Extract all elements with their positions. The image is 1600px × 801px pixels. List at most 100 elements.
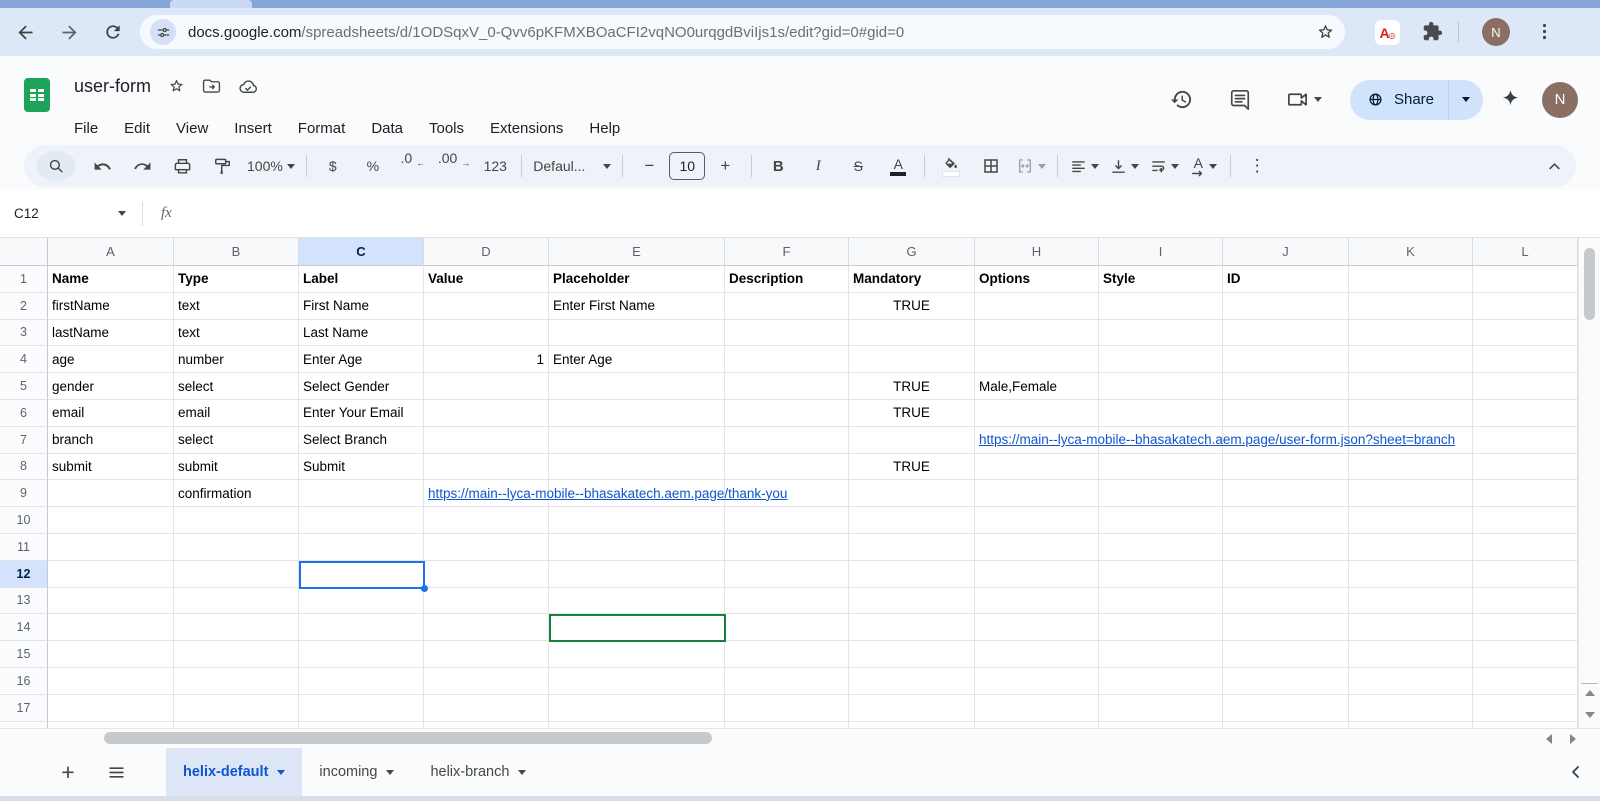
cell-A3[interactable]: lastName <box>48 319 174 347</box>
cell-E3[interactable] <box>549 319 725 347</box>
cell-F13[interactable] <box>725 587 849 615</box>
cell-H8[interactable] <box>975 453 1099 481</box>
column-header-D[interactable]: D <box>424 238 549 266</box>
row-header-3[interactable]: 3 <box>0 319 48 347</box>
cell-B11[interactable] <box>174 533 299 561</box>
cell-F12[interactable] <box>725 560 849 588</box>
column-header-I[interactable]: I <box>1099 238 1223 266</box>
column-header-E[interactable]: E <box>549 238 725 266</box>
cell-E6[interactable] <box>549 399 725 427</box>
cell-D17[interactable] <box>424 694 549 722</box>
name-box[interactable]: C12 <box>0 206 136 221</box>
show-side-panel-chevron-icon[interactable] <box>1566 748 1586 796</box>
cell-A14[interactable] <box>48 614 174 642</box>
cell-L15[interactable] <box>1473 641 1578 668</box>
cell-L1[interactable] <box>1473 266 1578 293</box>
cell-E5[interactable] <box>549 373 725 400</box>
move-folder-icon[interactable] <box>202 77 221 96</box>
cell-D13[interactable] <box>424 587 549 615</box>
row-header-15[interactable]: 15 <box>0 641 48 668</box>
cell-D14[interactable] <box>424 614 549 642</box>
vertical-align-button[interactable] <box>1104 151 1144 181</box>
cell-K5[interactable] <box>1349 373 1473 400</box>
increase-decimal-icon[interactable]: .00 → <box>433 151 475 181</box>
cell-C13[interactable] <box>299 587 424 615</box>
cell-J5[interactable] <box>1223 373 1349 400</box>
cell-J11[interactable] <box>1223 533 1349 561</box>
cell-F16[interactable] <box>725 667 849 695</box>
add-sheet-button[interactable]: + <box>44 748 92 796</box>
column-header-J[interactable]: J <box>1223 238 1349 266</box>
cell-D16[interactable] <box>424 667 549 695</box>
cell-D10[interactable] <box>424 507 549 534</box>
cell-D1[interactable]: Value <box>424 266 549 293</box>
cell-A12[interactable] <box>48 560 174 588</box>
cell-A9[interactable] <box>48 480 174 508</box>
font-size-input[interactable]: 10 <box>669 152 706 180</box>
cell-J1[interactable]: ID <box>1223 266 1349 293</box>
cell-D4[interactable]: 1 <box>424 346 549 374</box>
cell-I2[interactable] <box>1099 292 1223 320</box>
version-history-icon[interactable] <box>1160 78 1204 122</box>
cell-L6[interactable] <box>1473 399 1578 427</box>
cell-H5[interactable]: Male,Female <box>975 373 1099 400</box>
cell-F3[interactable] <box>725 319 849 347</box>
cell-K11[interactable] <box>1349 533 1473 561</box>
cell-G5[interactable]: TRUE <box>849 373 975 400</box>
cell-C3[interactable]: Last Name <box>299 319 424 347</box>
cell-I6[interactable] <box>1099 399 1223 427</box>
cell-K15[interactable] <box>1349 641 1473 668</box>
cell-A17[interactable] <box>48 694 174 722</box>
row-header-11[interactable]: 11 <box>0 533 48 561</box>
paint-format-icon[interactable] <box>202 151 242 181</box>
star-document-icon[interactable] <box>168 78 185 95</box>
cell-K17[interactable] <box>1349 694 1473 722</box>
text-rotation-button[interactable]: A <box>1184 151 1224 181</box>
cell-B10[interactable] <box>174 507 299 534</box>
cell-F4[interactable] <box>725 346 849 374</box>
cell-C8[interactable]: Submit <box>299 453 424 481</box>
scroll-down-button[interactable] <box>1579 704 1600 726</box>
cell-J14[interactable] <box>1223 614 1349 642</box>
cell-C7[interactable]: Select Branch <box>299 426 424 454</box>
cell-L7[interactable] <box>1473 426 1578 454</box>
sheets-logo-icon[interactable] <box>24 78 50 112</box>
cell-L14[interactable] <box>1473 614 1578 642</box>
cell-D8[interactable] <box>424 453 549 481</box>
cell-I10[interactable] <box>1099 507 1223 534</box>
row-header-6[interactable]: 6 <box>0 399 48 427</box>
select-all-corner[interactable] <box>0 238 48 266</box>
cell-L13[interactable] <box>1473 587 1578 615</box>
cell-K2[interactable] <box>1349 292 1473 320</box>
cell-L17[interactable] <box>1473 694 1578 722</box>
cell-G17[interactable] <box>849 694 975 722</box>
cell-B15[interactable] <box>174 641 299 668</box>
cell-F8[interactable] <box>725 453 849 481</box>
format-percent-icon[interactable]: % <box>353 151 393 181</box>
undo-icon[interactable] <box>82 151 122 181</box>
cell-H7[interactable]: https://main--lyca-mobile--bhasakatech.a… <box>975 426 1455 454</box>
menu-insert[interactable]: Insert <box>221 118 285 139</box>
meet-video-icon[interactable] <box>1276 78 1332 122</box>
cell-G4[interactable] <box>849 346 975 374</box>
cell-H13[interactable] <box>975 587 1099 615</box>
cell-L10[interactable] <box>1473 507 1578 534</box>
cell-I16[interactable] <box>1099 667 1223 695</box>
cell-L11[interactable] <box>1473 533 1578 561</box>
cell-C10[interactable] <box>299 507 424 534</box>
cell-J17[interactable] <box>1223 694 1349 722</box>
sheet-tab-helix-branch[interactable]: helix-branch <box>415 748 541 796</box>
fill-color-button[interactable] <box>931 151 971 181</box>
cell-K14[interactable] <box>1349 614 1473 642</box>
row-header-1[interactable]: 1 <box>0 266 48 293</box>
row-header-4[interactable]: 4 <box>0 346 48 374</box>
row-header-12[interactable]: 12 <box>0 560 48 588</box>
decrease-font-size-button[interactable]: − <box>629 151 669 181</box>
cell-C5[interactable]: Select Gender <box>299 373 424 400</box>
cell-A15[interactable] <box>48 641 174 668</box>
cell-C12[interactable] <box>299 560 424 588</box>
cell-C11[interactable] <box>299 533 424 561</box>
column-header-L[interactable]: L <box>1473 238 1578 266</box>
font-select[interactable]: Defaul... <box>528 151 616 181</box>
cell-I13[interactable] <box>1099 587 1223 615</box>
